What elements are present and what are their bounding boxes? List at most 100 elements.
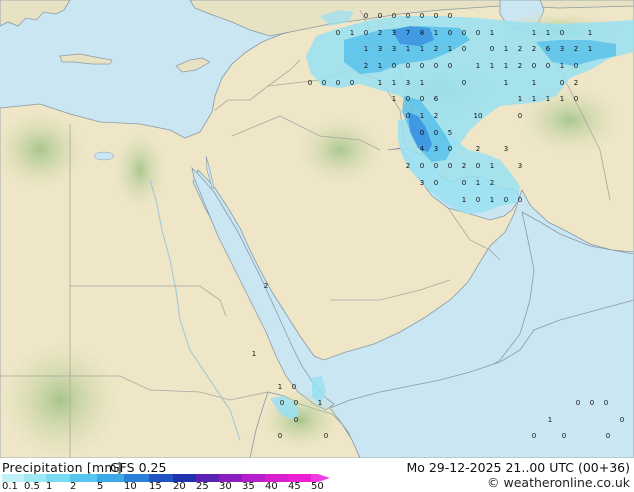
- precip-value: 1: [532, 95, 536, 103]
- green-nile: [110, 124, 170, 216]
- precip-value: 0: [620, 416, 624, 424]
- precip-value: 2: [490, 179, 494, 187]
- precip-value: 2: [518, 62, 522, 70]
- precip-value: 1: [318, 399, 322, 407]
- precip-value: 0: [562, 432, 566, 440]
- precip-value: 0: [448, 62, 452, 70]
- precip-value: 0: [308, 79, 312, 87]
- precip-value: 0: [336, 79, 340, 87]
- precip-value: 0: [420, 129, 424, 137]
- precip-value: 0: [490, 45, 494, 53]
- precip-value: 2: [574, 45, 578, 53]
- precip-value: 1: [588, 29, 592, 37]
- precip-value: 0: [462, 79, 466, 87]
- precip-value: 1: [504, 79, 508, 87]
- scale-tick-label: 45: [288, 481, 301, 492]
- scale-tick-label: 15: [149, 481, 162, 492]
- precip-value: 0: [448, 29, 452, 37]
- precip-value: 0: [448, 162, 452, 170]
- precip-value: 0: [574, 62, 578, 70]
- scale-tick-label: 10: [124, 481, 137, 492]
- precip-value: 0: [476, 29, 480, 37]
- precip-value: 6: [434, 95, 439, 103]
- precip-value: 1: [252, 350, 256, 358]
- precip-value: 8: [420, 29, 424, 37]
- precip-value: 1: [560, 95, 564, 103]
- precip-value: 0: [434, 129, 438, 137]
- precip-value: 1: [350, 29, 354, 37]
- precip-value: 2: [518, 45, 522, 53]
- precip-value: 0: [576, 399, 580, 407]
- precip-value: 6: [546, 45, 551, 53]
- precip-value: 1: [434, 29, 438, 37]
- precip-value: 0: [476, 162, 480, 170]
- precip-value: 0: [322, 79, 326, 87]
- precip-value: 0: [434, 12, 438, 20]
- precip-value: 1: [490, 162, 494, 170]
- precip-value: 0: [392, 12, 396, 20]
- scale-tick-label: 0.1: [2, 481, 18, 492]
- precip-value: 0: [504, 196, 508, 204]
- precip-value: 0: [420, 162, 424, 170]
- precip-value: 0: [448, 145, 452, 153]
- precip-value: 1: [420, 45, 424, 53]
- precip-value: 2: [574, 79, 578, 87]
- precip-value: 1: [476, 179, 480, 187]
- precip-value: 3: [434, 145, 438, 153]
- precip-value: 1: [462, 196, 466, 204]
- precip-value: 2: [434, 112, 438, 120]
- precip-value: 0: [518, 196, 522, 204]
- green-sudan: [0, 340, 120, 458]
- precip-value: 0: [406, 12, 410, 20]
- precip-value: 2: [378, 29, 382, 37]
- precip-value: 0: [606, 432, 610, 440]
- precip-value: 1: [476, 62, 480, 70]
- precip-value: 0: [336, 29, 340, 37]
- credit-link[interactable]: © weatheronline.co.uk: [487, 475, 630, 490]
- precip-value: 0: [462, 45, 466, 53]
- precip-value: 1: [392, 95, 396, 103]
- precip-value: 0: [462, 179, 466, 187]
- scale-tick-label: 35: [242, 481, 255, 492]
- scale-tick-label: 30: [219, 481, 232, 492]
- precip-value: 0: [532, 62, 536, 70]
- model-label: GFS 0.25: [110, 460, 167, 475]
- precip-value: 1: [278, 383, 282, 391]
- precip-value: 3: [378, 45, 382, 53]
- scale-tick-label: 5: [97, 481, 104, 492]
- legend-label: Precipitation [mm]: [2, 460, 122, 475]
- scale-tick-label: 40: [265, 481, 278, 492]
- precip-value: 0: [278, 432, 282, 440]
- precip-value: 1: [448, 45, 452, 53]
- precip-value: 3: [392, 45, 396, 53]
- precip-value: 0: [574, 95, 578, 103]
- precip-value: 0: [350, 79, 354, 87]
- precip-value: 0: [532, 432, 536, 440]
- precip-value: 0: [364, 12, 368, 20]
- precip-value: 1: [406, 45, 410, 53]
- precip-value: 0: [518, 112, 522, 120]
- precip-value: 1: [420, 112, 424, 120]
- precip-value: 1: [588, 45, 592, 53]
- precip-value: 0: [604, 399, 608, 407]
- precip-value: 1: [378, 79, 382, 87]
- precip-value: 1: [378, 62, 382, 70]
- scale-tick-label: 2: [70, 481, 77, 492]
- precip-value: 3: [420, 179, 424, 187]
- lake-nasser: [93, 151, 115, 161]
- precip-value: 0: [378, 12, 382, 20]
- precip-value: 0: [420, 62, 424, 70]
- precip-value: 0: [392, 62, 396, 70]
- precip-value: 0: [434, 162, 438, 170]
- precip-value: 3: [406, 79, 410, 87]
- precipitation-map[interactable]: 0000000010237810001110113311210012263212…: [0, 0, 634, 458]
- green-iraq: [290, 110, 390, 190]
- scale-tick-label: 20: [173, 481, 186, 492]
- precip-value: 10: [474, 112, 483, 120]
- precip-value: 1: [364, 45, 368, 53]
- precip-value: 0: [364, 29, 368, 37]
- precip-value: 1: [532, 79, 536, 87]
- precip-value: 0: [560, 79, 564, 87]
- precip-value: 3: [518, 162, 522, 170]
- precip-value: 0: [434, 62, 438, 70]
